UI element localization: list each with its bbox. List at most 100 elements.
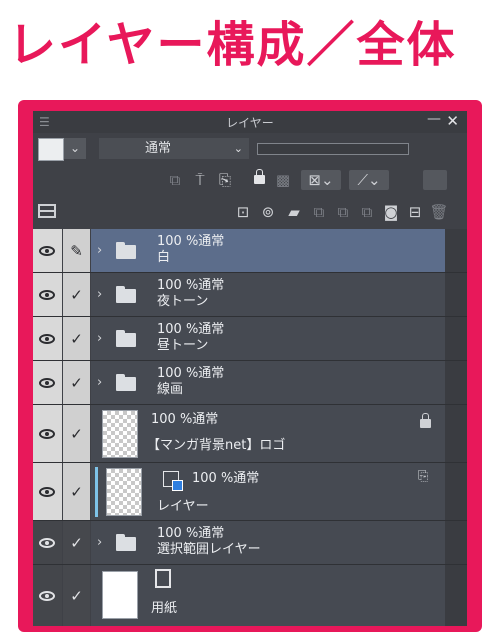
- merge-visible-icon[interactable]: ⧉: [357, 202, 377, 222]
- layer-name: 昼トーン: [157, 338, 209, 353]
- expand-chevron-icon[interactable]: ›: [97, 285, 102, 305]
- layer-name: レイヤー: [157, 499, 209, 514]
- layer-blend-label: 100 %通常: [157, 322, 225, 337]
- layer-row[interactable]: ✎ › 100 %通常 白: [33, 229, 467, 273]
- edit-target-toggle[interactable]: ✓: [63, 273, 90, 316]
- layer-row[interactable]: ✓ › 100 %通常 線画: [33, 361, 467, 405]
- check-icon: ✓: [70, 424, 83, 443]
- check-icon: ✓: [70, 329, 83, 348]
- layer-row[interactable]: ✓ › 100 %通常 夜トーン: [33, 273, 467, 317]
- expand-chevron-icon[interactable]: ›: [97, 533, 102, 553]
- scroll-gutter: [445, 405, 467, 462]
- eye-icon: [39, 590, 55, 601]
- draft-layer-icon[interactable]: ⎘: [215, 170, 235, 190]
- folder-icon: [116, 241, 136, 259]
- lock-transparent-pixels-icon[interactable]: ▩: [273, 170, 293, 190]
- layer-name: 選択範囲レイヤー: [157, 542, 261, 557]
- layer-body[interactable]: 用紙: [91, 565, 445, 626]
- edit-target-toggle[interactable]: ✓: [63, 361, 90, 404]
- scroll-gutter: [445, 229, 467, 272]
- visibility-toggle[interactable]: [33, 229, 62, 272]
- expand-chevron-icon[interactable]: ›: [97, 373, 102, 393]
- apply-mask-icon[interactable]: ⊟: [405, 202, 425, 222]
- visibility-toggle[interactable]: [33, 521, 62, 564]
- check-icon: ✓: [70, 482, 83, 501]
- panel-title: レイヤー: [226, 116, 274, 130]
- new-folder-icon[interactable]: ▰: [283, 202, 305, 222]
- layer-mask-icon: [163, 471, 183, 491]
- opacity-slider[interactable]: [257, 143, 409, 155]
- scroll-gutter: [445, 565, 467, 626]
- scroll-gutter: [445, 463, 467, 520]
- layer-body[interactable]: › 100 %通常 白: [91, 229, 445, 272]
- create-layer-mask-icon[interactable]: ◙: [381, 202, 401, 222]
- set-as-reference-layer-icon[interactable]: ⍑: [190, 170, 210, 190]
- pen-icon: ✎: [70, 241, 83, 260]
- blend-mode-select[interactable]: 通常 ⌄: [99, 138, 249, 159]
- check-icon: ✓: [70, 373, 83, 392]
- layer-name: 白: [157, 250, 171, 265]
- layer-blend-label: 100 %通常: [157, 234, 225, 249]
- visibility-toggle[interactable]: [33, 463, 62, 520]
- scroll-gutter: [445, 317, 467, 360]
- expand-chevron-icon[interactable]: ›: [97, 241, 102, 261]
- panel-titlebar[interactable]: ☰ レイヤー — ✕: [33, 111, 467, 133]
- eye-icon: [39, 377, 55, 388]
- edit-target-toggle[interactable]: ✓: [63, 565, 90, 626]
- layer-thumbnail: [102, 410, 138, 458]
- layer-name: 用紙: [151, 601, 178, 616]
- check-icon: ✓: [70, 533, 83, 552]
- close-button[interactable]: ✕: [446, 112, 459, 130]
- ruler-options-icon[interactable]: ⟋⌄: [349, 170, 389, 190]
- layer-row[interactable]: ✓ 用紙: [33, 565, 467, 626]
- layer-row[interactable]: ✓ 100 %通常 【マンガ背景net】ロゴ: [33, 405, 467, 463]
- new-raster-layer-icon[interactable]: ⊡: [233, 202, 253, 222]
- scroll-gutter: [445, 521, 467, 564]
- minimize-button[interactable]: —: [427, 111, 441, 127]
- eye-icon: [39, 333, 55, 344]
- reference-layer-icon: ⎘: [418, 469, 429, 484]
- layer-row[interactable]: ✓ › 100 %通常 選択範囲レイヤー: [33, 521, 467, 565]
- edit-target-toggle[interactable]: ✓: [63, 405, 90, 462]
- layer-body[interactable]: › 100 %通常 線画: [91, 361, 445, 404]
- folder-icon: [116, 329, 136, 347]
- clip-indicator: [95, 467, 98, 517]
- layer-body[interactable]: › 100 %通常 選択範囲レイヤー: [91, 521, 445, 564]
- layer-blend-label: 100 %通常: [157, 278, 225, 293]
- layer-body[interactable]: › 100 %通常 昼トーン: [91, 317, 445, 360]
- layer-color-dropdown[interactable]: ⌄: [64, 138, 86, 159]
- edit-target-toggle[interactable]: ✓: [63, 463, 90, 520]
- layer-body[interactable]: › 100 %通常 夜トーン: [91, 273, 445, 316]
- lock-layer-icon[interactable]: [254, 169, 265, 184]
- clip-to-lower-layer-icon[interactable]: ⧉: [165, 170, 185, 190]
- folder-icon: [116, 373, 136, 391]
- eye-icon: [39, 486, 55, 497]
- layer-list-view-icon[interactable]: [38, 204, 56, 218]
- scroll-gutter: [445, 273, 467, 316]
- delete-layer-icon[interactable]: 🗑: [429, 202, 449, 222]
- edit-target-toggle[interactable]: ✎: [63, 229, 90, 272]
- edit-target-toggle[interactable]: ✓: [63, 521, 90, 564]
- blend-mode-value: 通常: [145, 141, 172, 156]
- eye-icon: [39, 245, 55, 256]
- combine-with-layer-below-icon[interactable]: ⧉: [333, 202, 353, 222]
- layer-body[interactable]: 100 %通常 【マンガ背景net】ロゴ: [91, 405, 445, 462]
- eye-icon: [39, 428, 55, 439]
- expand-chevron-icon[interactable]: ›: [97, 329, 102, 349]
- visibility-toggle[interactable]: [33, 405, 62, 462]
- mask-options-icon[interactable]: ⊠⌄: [301, 170, 341, 190]
- transfer-to-lower-layer-icon[interactable]: ⧉: [309, 202, 329, 222]
- lock-icon: [420, 413, 431, 428]
- layer-row[interactable]: ✓ › 100 %通常 昼トーン: [33, 317, 467, 361]
- chevron-down-icon: ⌄: [233, 142, 243, 155]
- layer-body[interactable]: 100 %通常 レイヤー ⎘: [91, 463, 445, 520]
- layer-color-swatch[interactable]: [38, 138, 64, 161]
- visibility-toggle[interactable]: [33, 361, 62, 404]
- palette-color-icon[interactable]: [423, 170, 447, 190]
- edit-target-toggle[interactable]: ✓: [63, 317, 90, 360]
- new-vector-layer-icon[interactable]: ⊚: [258, 202, 278, 222]
- visibility-toggle[interactable]: [33, 317, 62, 360]
- layer-row[interactable]: ✓ 100 %通常 レイヤー ⎘: [33, 463, 467, 521]
- visibility-toggle[interactable]: [33, 565, 62, 626]
- visibility-toggle[interactable]: [33, 273, 62, 316]
